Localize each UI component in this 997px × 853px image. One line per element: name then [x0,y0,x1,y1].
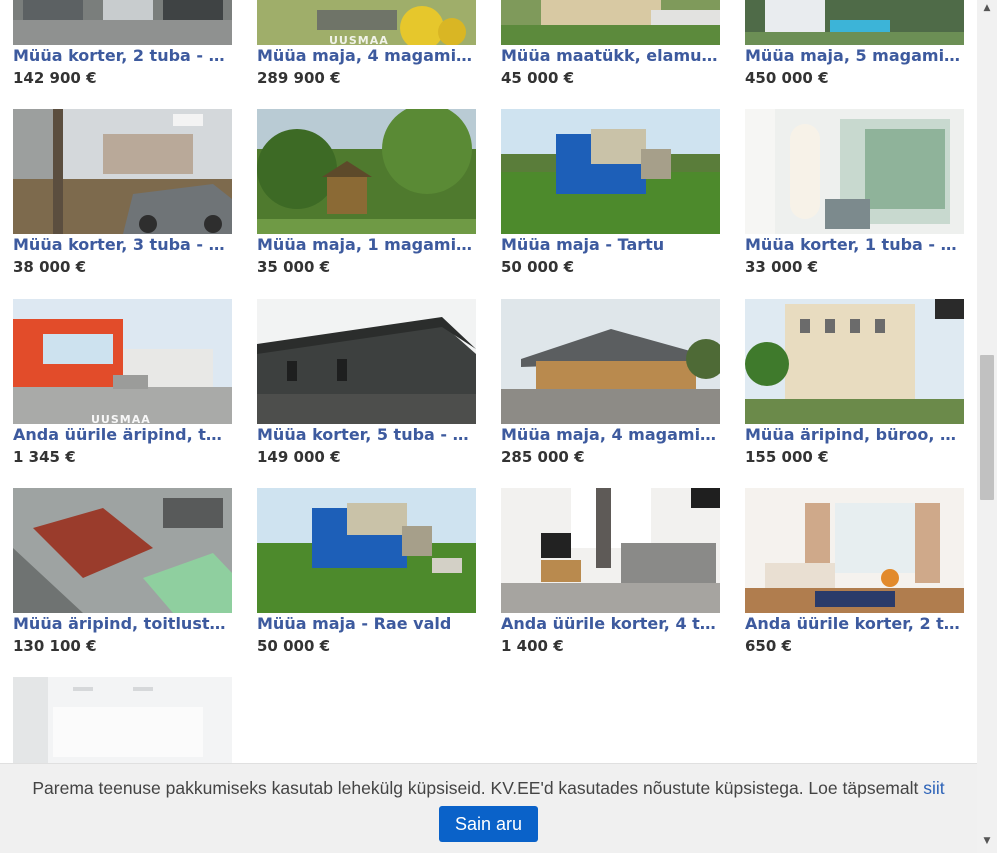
accept-cookies-button[interactable]: Sain aru [438,806,539,842]
listing-price: 450 000 € [745,69,829,87]
listing-photo[interactable] [13,109,232,234]
listing-card[interactable]: Müüa korter, 1 tuba - Rakvere 33 000 € [745,109,965,276]
listing-price: 285 000 € [501,448,585,466]
listing-card[interactable]: UUSMAA Anda üürile äripind, teenindus - … [13,299,233,466]
listing-title[interactable]: Müüa korter, 5 tuba - Rae vald [257,426,476,444]
listing-card[interactable]: Müüa äripind, büroo, 1 300 m² 155 000 € [745,299,965,466]
watermark-logo: UUSMAA [91,413,151,424]
listing-photo[interactable] [501,299,720,424]
listing-card[interactable]: Müüa maja - Tartu 50 000 € [501,109,721,276]
listing-photo[interactable]: UUSMAA [13,299,232,424]
listing-price: 289 900 € [257,69,341,87]
listing-card[interactable]: Müüa korter, 5 tuba - Rae vald 149 000 € [257,299,477,466]
listing-title[interactable]: Müüa korter, 3 tuba - Hiiumaa [13,236,232,254]
listing-price: 35 000 € [257,258,331,276]
cookie-consent-bar: Parema teenuse pakkumiseks kasutab lehek… [0,763,977,853]
listing-price: 38 000 € [13,258,87,276]
listing-photo[interactable] [745,299,964,424]
scroll-up-arrow-icon[interactable]: ▲ [977,0,997,16]
listing-photo[interactable]: UUSMAA [257,0,476,45]
listing-title[interactable]: Müüa äripind, büroo, 1 300 m² [745,426,964,444]
listing-title[interactable]: Müüa maja, 1 magamistuba - Tartumaa [257,236,476,254]
listing-photo[interactable] [257,299,476,424]
listing-card[interactable]: Anda üürile korter, 4 tuba - Tallinn 1 4… [501,488,721,655]
listing-photo[interactable] [13,488,232,613]
listing-price: 33 000 € [745,258,819,276]
listing-grid: Müüa korter, 2 tuba - Tallinn 142 900 € … [0,0,977,853]
listing-photo[interactable] [257,488,476,613]
cookie-message: Parema teenuse pakkumiseks kasutab lehek… [0,778,977,799]
listing-photo[interactable] [501,109,720,234]
listing-card[interactable]: Anda üürile korter, 2 tuba - Tallinn 650… [745,488,965,655]
listing-photo[interactable] [501,0,720,45]
listing-price: 50 000 € [501,258,575,276]
listing-photo[interactable] [745,488,964,613]
listing-photo[interactable] [745,0,964,45]
listing-price: 142 900 € [13,69,97,87]
listing-title[interactable]: Müüa maatükk, elamumaa - Harjumaa [501,47,720,65]
listing-title[interactable]: Müüa maja, 4 magamistuba - Harjumaa [501,426,720,444]
scrollbar-thumb[interactable] [980,355,994,500]
listing-price: 45 000 € [501,69,575,87]
listing-title[interactable]: Müüa maja, 5 magamistuba - Tallinn [745,47,964,65]
listing-title[interactable]: Anda üürile korter, 4 tuba - Tallinn [501,615,720,633]
listing-card[interactable]: Müüa maja, 1 magamistuba - Tartumaa 35 0… [257,109,477,276]
listing-price: 1 345 € [13,448,76,466]
listing-photo[interactable] [257,109,476,234]
listing-price: 149 000 € [257,448,341,466]
listing-card[interactable]: Müüa maja - Rae vald 50 000 € [257,488,477,655]
listing-card[interactable]: Müüa äripind, toitlustus, büroo 130 100 … [13,488,233,655]
listing-price: 1 400 € [501,637,564,655]
listing-card[interactable]: Müüa maja, 4 magamistuba - Harjumaa 285 … [501,299,721,466]
listing-price: 155 000 € [745,448,829,466]
listing-photo[interactable] [501,488,720,613]
listing-photo[interactable] [13,0,232,45]
listing-title[interactable]: Anda üürile korter, 2 tuba - Tallinn [745,615,964,633]
listing-title[interactable]: Müüa korter, 1 tuba - Rakvere [745,236,964,254]
watermark-logo: UUSMAA [329,34,389,45]
listing-card[interactable]: Müüa maatükk, elamumaa - Harjumaa 45 000… [501,0,721,87]
listing-title[interactable]: Müüa korter, 2 tuba - Tallinn [13,47,232,65]
listing-title[interactable]: Müüa äripind, toitlustus, büroo [13,615,232,633]
listing-price: 650 € [745,637,792,655]
listing-title[interactable]: Müüa maja - Tartu [501,236,720,254]
listing-title[interactable]: Müüa maja - Rae vald [257,615,476,633]
vertical-scrollbar[interactable]: ▲ ▼ [977,0,997,853]
cookie-more-link[interactable]: siit [923,778,944,798]
listing-price: 130 100 € [13,637,97,655]
listing-title[interactable]: Anda üürile äripind, teenindus - Tallinn [13,426,232,444]
listing-photo[interactable] [745,109,964,234]
listing-title[interactable]: Müüa maja, 4 magamistuba - Harjumaa [257,47,476,65]
listing-card[interactable]: Müüa korter, 2 tuba - Tallinn 142 900 € [13,0,233,87]
listing-card[interactable]: Müüa korter, 3 tuba - Hiiumaa 38 000 € [13,109,233,276]
listing-card[interactable]: Müüa maja, 5 magamistuba - Tallinn 450 0… [745,0,965,87]
listing-card[interactable]: UUSMAA Müüa maja, 4 magamistuba - Harjum… [257,0,477,87]
listing-price: 50 000 € [257,637,331,655]
scroll-down-arrow-icon[interactable]: ▼ [977,833,997,849]
cookie-text: Parema teenuse pakkumiseks kasutab lehek… [32,778,924,798]
